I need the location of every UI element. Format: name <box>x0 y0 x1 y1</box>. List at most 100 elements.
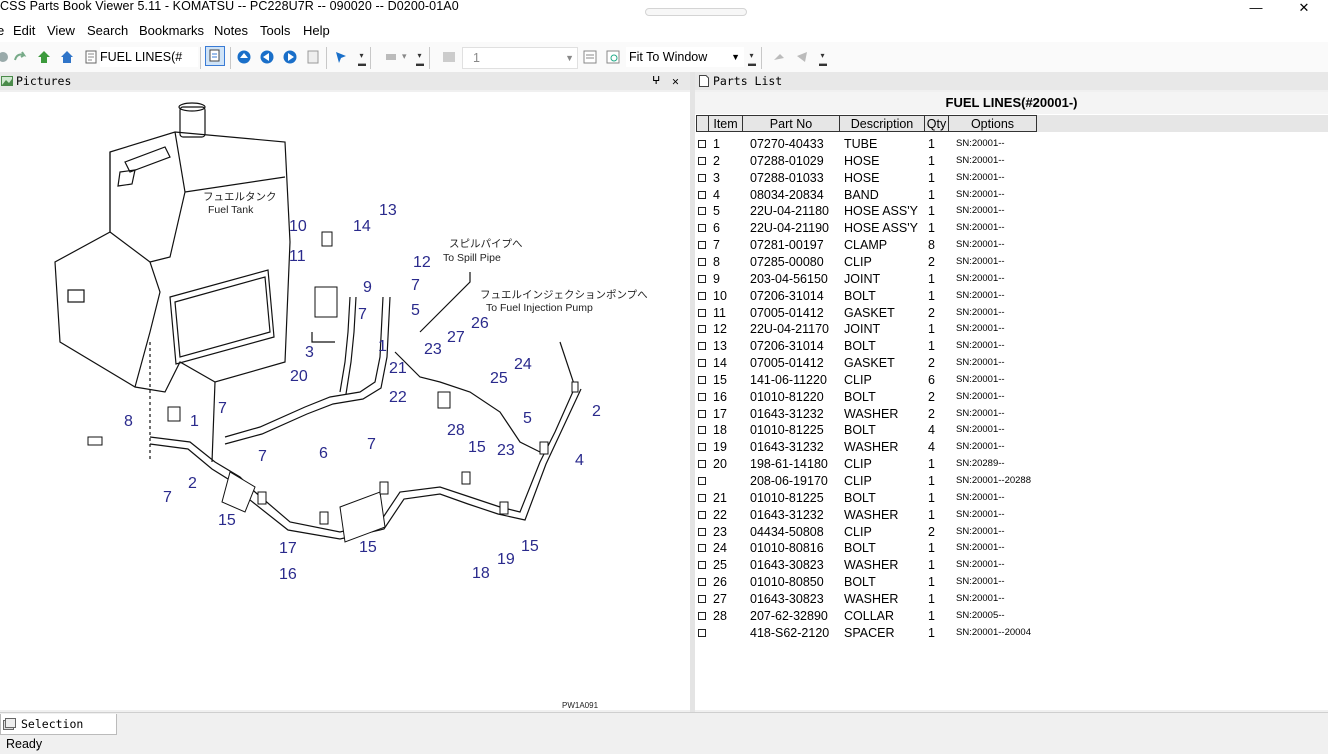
row-checkbox[interactable] <box>698 510 706 519</box>
menu-file-fragment[interactable]: e <box>0 23 4 38</box>
callout-7[interactable]: 7 <box>358 306 367 323</box>
note-dropdown-icon[interactable]: ▾ <box>402 51 407 62</box>
callout-15[interactable]: 15 <box>521 538 539 555</box>
row-checkbox[interactable] <box>698 628 706 637</box>
menu-tools[interactable]: Tools <box>260 23 290 38</box>
table-row[interactable]: 208-06-19170 CLIP 1 SN:20001--20288 <box>695 472 1328 489</box>
callout-21[interactable]: 21 <box>389 360 407 377</box>
column-header-options[interactable]: Options <box>948 115 1037 132</box>
row-checkbox[interactable] <box>698 561 706 570</box>
pin-icon[interactable]: ⵖ <box>652 72 660 90</box>
menu-search[interactable]: Search <box>87 23 128 38</box>
table-row[interactable]: 4 08034-20834 BAND 1 SN:20001-- <box>695 186 1328 203</box>
row-checkbox[interactable] <box>698 375 706 384</box>
column-header-part-no[interactable]: Part No <box>742 115 840 132</box>
home-icon[interactable] <box>60 50 74 64</box>
callout-5[interactable]: 5 <box>523 410 532 427</box>
menu-bookmarks[interactable]: Bookmarks <box>139 23 204 38</box>
table-row[interactable]: 12 22U-04-21170 JOINT 1 SN:20001-- <box>695 320 1328 337</box>
row-checkbox[interactable] <box>698 611 706 620</box>
toolbar-grip[interactable]: ▾ ▬ <box>819 52 827 68</box>
row-checkbox[interactable] <box>698 527 706 536</box>
note-icon[interactable] <box>384 50 398 64</box>
row-checkbox[interactable] <box>698 594 706 603</box>
row-checkbox[interactable] <box>698 190 706 199</box>
table-row[interactable]: 22 01643-31232 WASHER 1 SN:20001-- <box>695 506 1328 523</box>
next-page-icon[interactable] <box>283 50 297 64</box>
pictures-pane[interactable]: 10 11 14 13 12 9 7 5 7 3 1 23 27 26 20 2… <box>0 92 690 710</box>
callout-8[interactable]: 8 <box>124 413 133 430</box>
callout-9[interactable]: 9 <box>363 279 372 296</box>
callout-24[interactable]: 24 <box>514 356 532 373</box>
table-row[interactable]: 17 01643-31232 WASHER 2 SN:20001-- <box>695 405 1328 422</box>
callout-1[interactable]: 1 <box>378 338 387 355</box>
row-checkbox[interactable] <box>698 156 706 165</box>
column-header-qty[interactable]: Qty <box>924 115 949 132</box>
home-up-icon[interactable] <box>37 50 51 64</box>
row-checkbox[interactable] <box>698 241 706 250</box>
callout-4[interactable]: 4 <box>575 452 584 469</box>
table-row[interactable]: 6 22U-04-21190 HOSE ASS'Y 1 SN:20001-- <box>695 219 1328 236</box>
table-row[interactable]: 16 01010-81220 BOLT 2 SN:20001-- <box>695 388 1328 405</box>
callout-7[interactable]: 7 <box>218 400 227 417</box>
callout-25[interactable]: 25 <box>490 370 508 387</box>
tool-b-icon[interactable] <box>795 50 809 64</box>
row-checkbox[interactable] <box>698 409 706 418</box>
callout-23[interactable]: 23 <box>497 442 515 459</box>
callout-6[interactable]: 6 <box>319 445 328 462</box>
selection-list-tab[interactable]: Selection List <box>0 714 117 751</box>
callout-3[interactable]: 3 <box>305 344 314 361</box>
table-row[interactable]: 14 07005-01412 GASKET 2 SN:20001-- <box>695 354 1328 371</box>
table-row[interactable]: 27 01643-30823 WASHER 1 SN:20001-- <box>695 590 1328 607</box>
row-checkbox[interactable] <box>698 460 706 469</box>
callout-7[interactable]: 7 <box>411 277 420 294</box>
callout-7[interactable]: 7 <box>163 489 172 506</box>
table-row[interactable]: 28 207-62-32890 COLLAR 1 SN:20005-- <box>695 607 1328 624</box>
row-checkbox[interactable] <box>698 325 706 334</box>
table-row[interactable]: 19 01643-31232 WASHER 4 SN:20001-- <box>695 438 1328 455</box>
row-checkbox[interactable] <box>698 392 706 401</box>
table-row[interactable]: 9 203-04-56150 JOINT 1 SN:20001-- <box>695 270 1328 287</box>
row-checkbox[interactable] <box>698 578 706 587</box>
row-checkbox[interactable] <box>698 274 706 283</box>
callout-16[interactable]: 16 <box>279 566 297 583</box>
table-row[interactable]: 7 07281-00197 CLAMP 8 SN:20001-- <box>695 236 1328 253</box>
row-checkbox[interactable] <box>698 359 706 368</box>
zoom-fit-icon[interactable] <box>606 50 620 64</box>
table-row[interactable]: 10 07206-31014 BOLT 1 SN:20001-- <box>695 287 1328 304</box>
table-row[interactable]: 8 07285-00080 CLIP 2 SN:20001-- <box>695 253 1328 270</box>
minimize-button[interactable]: — <box>1236 0 1276 20</box>
row-checkbox[interactable] <box>698 426 706 435</box>
callout-23[interactable]: 23 <box>424 341 442 358</box>
callout-1[interactable]: 1 <box>190 413 199 430</box>
callout-14[interactable]: 14 <box>353 218 371 235</box>
table-row[interactable]: 5 22U-04-21180 HOSE ASS'Y 1 SN:20001-- <box>695 202 1328 219</box>
column-header-item[interactable]: Item <box>708 115 743 132</box>
title-grip[interactable] <box>645 8 747 16</box>
table-row[interactable]: 13 07206-31014 BOLT 1 SN:20001-- <box>695 337 1328 354</box>
section-combo[interactable]: FUEL LINES(# <box>100 47 198 67</box>
row-checkbox[interactable] <box>698 308 706 317</box>
callout-7[interactable]: 7 <box>367 436 376 453</box>
menu-notes[interactable]: Notes <box>214 23 248 38</box>
table-row[interactable]: 18 01010-81225 BOLT 4 SN:20001-- <box>695 421 1328 438</box>
table-row[interactable]: 20 198-61-14180 CLIP 1 SN:20289-- <box>695 455 1328 472</box>
table-row[interactable]: 21 01010-81225 BOLT 1 SN:20001-- <box>695 489 1328 506</box>
callout-26[interactable]: 26 <box>471 315 489 332</box>
menu-edit[interactable]: Edit <box>13 23 35 38</box>
callout-19[interactable]: 19 <box>497 551 515 568</box>
toolbar-grip[interactable]: ▾ ▬ <box>358 52 366 68</box>
callout-7[interactable]: 7 <box>258 448 267 465</box>
table-row[interactable]: 15 141-06-11220 CLIP 6 SN:20001-- <box>695 371 1328 388</box>
row-checkbox[interactable] <box>698 207 706 216</box>
callout-12[interactable]: 12 <box>413 254 431 271</box>
row-checkbox[interactable] <box>698 173 706 182</box>
callout-15[interactable]: 15 <box>218 512 236 529</box>
row-checkbox[interactable] <box>698 291 706 300</box>
callout-22[interactable]: 22 <box>389 389 407 406</box>
back-icon[interactable] <box>0 50 10 64</box>
prev-page-icon[interactable] <box>260 50 274 64</box>
menu-help[interactable]: Help <box>303 23 330 38</box>
column-header-description[interactable]: Description <box>839 115 925 132</box>
callout-20[interactable]: 20 <box>290 368 308 385</box>
